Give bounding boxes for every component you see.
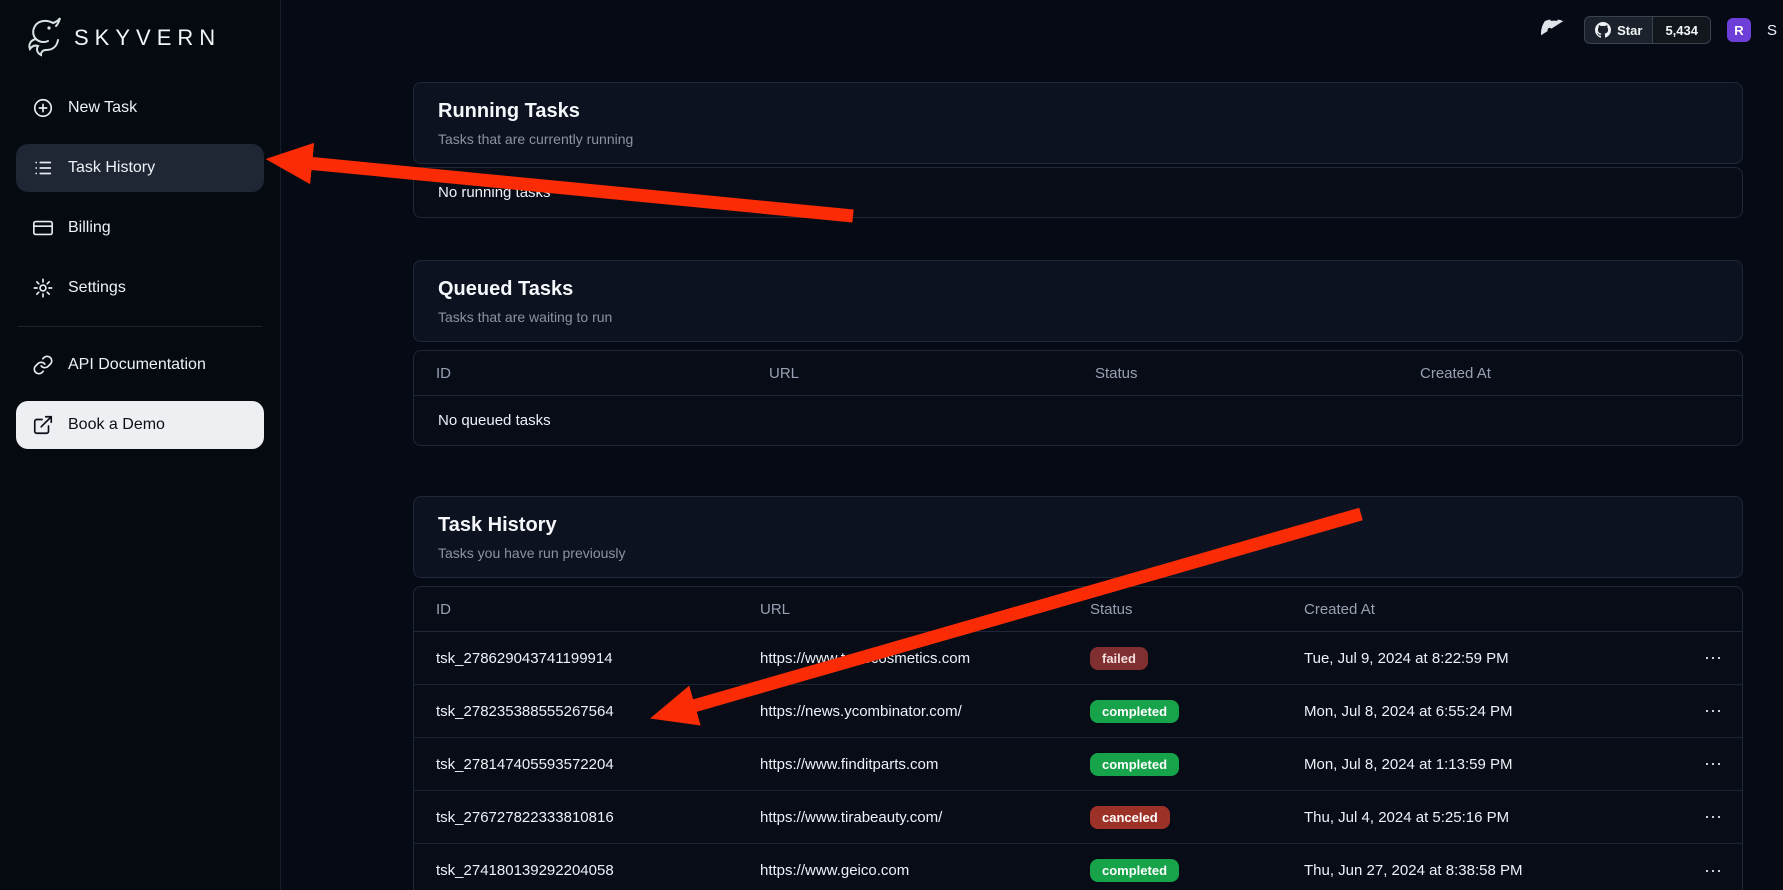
task-id-cell: tsk_278147405593572204 — [436, 756, 760, 773]
empty-state-text: No running tasks — [414, 168, 1742, 217]
main-content: Star 5,434 R S Running Tasks Tasks that … — [281, 0, 1783, 890]
row-actions-button[interactable]: ⋯ — [1696, 751, 1730, 777]
sidebar-item-label: Task History — [68, 159, 155, 177]
table-row[interactable]: tsk_276727822333810816 https://www.tirab… — [414, 791, 1742, 844]
column-header-id: ID — [436, 601, 760, 618]
app-root: SKYVERN New Task Task History Billing Se… — [0, 0, 1783, 890]
column-header-status: Status — [1090, 601, 1304, 618]
created-at-cell: Mon, Jul 8, 2024 at 6:55:24 PM — [1304, 703, 1666, 720]
task-id-cell: tsk_278629043741199914 — [436, 650, 760, 667]
avatar[interactable]: R — [1727, 18, 1751, 42]
status-badge: completed — [1090, 859, 1179, 882]
queued-tasks-table: ID URL Status Created At No queued tasks — [413, 350, 1743, 446]
task-history-rows: tsk_278629043741199914 https://www.tarte… — [414, 632, 1742, 890]
section-subtitle: Tasks that are waiting to run — [438, 309, 1718, 325]
sidebar-item-label: API Documentation — [68, 356, 206, 374]
sidebar-item-label: Settings — [68, 279, 126, 297]
sidebar-item-book-a-demo[interactable]: Book a Demo — [16, 401, 264, 449]
status-badge: completed — [1090, 753, 1179, 776]
section-subtitle: Tasks you have run previously — [438, 545, 1718, 561]
task-url-cell: https://www.geico.com — [760, 862, 1090, 879]
running-tasks-section: Running Tasks Tasks that are currently r… — [413, 82, 1743, 218]
status-badge: failed — [1090, 647, 1148, 670]
sidebar-item-api-documentation[interactable]: API Documentation — [16, 341, 264, 389]
created-at-cell: Thu, Jun 27, 2024 at 8:38:58 PM — [1304, 862, 1666, 879]
status-badge: completed — [1090, 700, 1179, 723]
task-history-section: Task History Tasks you have run previous… — [413, 496, 1743, 890]
content-stack: Running Tasks Tasks that are currently r… — [413, 82, 1743, 890]
row-actions-button[interactable]: ⋯ — [1696, 698, 1730, 724]
skyvern-dragon-icon — [22, 16, 64, 60]
sidebar-item-label: Book a Demo — [68, 416, 165, 434]
sidebar: SKYVERN New Task Task History Billing Se… — [0, 0, 281, 890]
queued-tasks-header: Queued Tasks Tasks that are waiting to r… — [413, 260, 1743, 342]
row-actions-button[interactable]: ⋯ — [1696, 804, 1730, 830]
column-header-status: Status — [1095, 365, 1420, 382]
table-row[interactable]: tsk_278147405593572204 https://www.findi… — [414, 738, 1742, 791]
plus-circle-icon — [32, 97, 54, 119]
created-at-cell: Thu, Jul 4, 2024 at 5:25:16 PM — [1304, 809, 1666, 826]
gear-icon — [32, 277, 54, 299]
section-subtitle: Tasks that are currently running — [438, 131, 1718, 147]
sidebar-item-label: Billing — [68, 219, 111, 237]
sidebar-item-task-history[interactable]: Task History — [16, 144, 264, 192]
column-header-id: ID — [436, 365, 769, 382]
user-name-clipped: S — [1767, 22, 1777, 39]
sidebar-divider — [18, 326, 262, 327]
task-url-cell: https://news.ycombinator.com/ — [760, 703, 1090, 720]
task-history-header: Task History Tasks you have run previous… — [413, 496, 1743, 578]
sidebar-secondary-nav: API Documentation Book a Demo — [16, 341, 264, 449]
credit-card-icon — [32, 217, 54, 239]
task-id-cell: tsk_278235388555267564 — [436, 703, 760, 720]
task-id-cell: tsk_274180139292204058 — [436, 862, 760, 879]
github-star-count: 5,434 — [1652, 17, 1710, 43]
table-row[interactable]: tsk_278629043741199914 https://www.tarte… — [414, 632, 1742, 685]
brand-logo: SKYVERN — [22, 18, 264, 58]
row-actions-button[interactable]: ⋯ — [1696, 645, 1730, 671]
section-title: Queued Tasks — [438, 278, 1718, 301]
sidebar-item-label: New Task — [68, 99, 137, 117]
sidebar-nav: New Task Task History Billing Settings — [16, 84, 264, 312]
column-header-url: URL — [760, 601, 1090, 618]
section-title: Task History — [438, 514, 1718, 537]
table-header-row: ID URL Status Created At — [414, 351, 1742, 396]
discord-icon[interactable] — [1540, 19, 1568, 41]
running-tasks-body: No running tasks — [413, 167, 1743, 218]
column-header-created-at: Created At — [1304, 601, 1666, 618]
empty-state-text: No queued tasks — [414, 396, 1742, 445]
row-actions-button[interactable]: ⋯ — [1696, 858, 1730, 884]
section-title: Running Tasks — [438, 100, 1718, 123]
list-icon — [32, 157, 54, 179]
column-header-created-at: Created At — [1420, 365, 1730, 382]
task-url-cell: https://www.tartecosmetics.com — [760, 650, 1090, 667]
github-star-label: Star — [1617, 23, 1642, 38]
external-link-icon — [32, 414, 54, 436]
created-at-cell: Mon, Jul 8, 2024 at 1:13:59 PM — [1304, 756, 1666, 773]
queued-tasks-section: Queued Tasks Tasks that are waiting to r… — [413, 260, 1743, 446]
brand-name: SKYVERN — [74, 25, 221, 51]
link-icon — [32, 354, 54, 376]
status-badge: canceled — [1090, 806, 1170, 829]
github-star-button[interactable]: Star 5,434 — [1584, 16, 1711, 44]
sidebar-item-settings[interactable]: Settings — [16, 264, 264, 312]
sidebar-item-new-task[interactable]: New Task — [16, 84, 264, 132]
running-tasks-header: Running Tasks Tasks that are currently r… — [413, 82, 1743, 164]
sidebar-item-billing[interactable]: Billing — [16, 204, 264, 252]
table-row[interactable]: tsk_278235388555267564 https://news.ycom… — [414, 685, 1742, 738]
column-header-url: URL — [769, 365, 1095, 382]
task-id-cell: tsk_276727822333810816 — [436, 809, 760, 826]
table-row[interactable]: tsk_274180139292204058 https://www.geico… — [414, 844, 1742, 890]
task-history-table: ID URL Status Created At tsk_27862904374… — [413, 586, 1743, 890]
table-header-row: ID URL Status Created At — [414, 587, 1742, 632]
topbar: Star 5,434 R S — [1540, 16, 1777, 44]
github-icon — [1595, 22, 1611, 38]
created-at-cell: Tue, Jul 9, 2024 at 8:22:59 PM — [1304, 650, 1666, 667]
task-url-cell: https://www.tirabeauty.com/ — [760, 809, 1090, 826]
task-url-cell: https://www.finditparts.com — [760, 756, 1090, 773]
